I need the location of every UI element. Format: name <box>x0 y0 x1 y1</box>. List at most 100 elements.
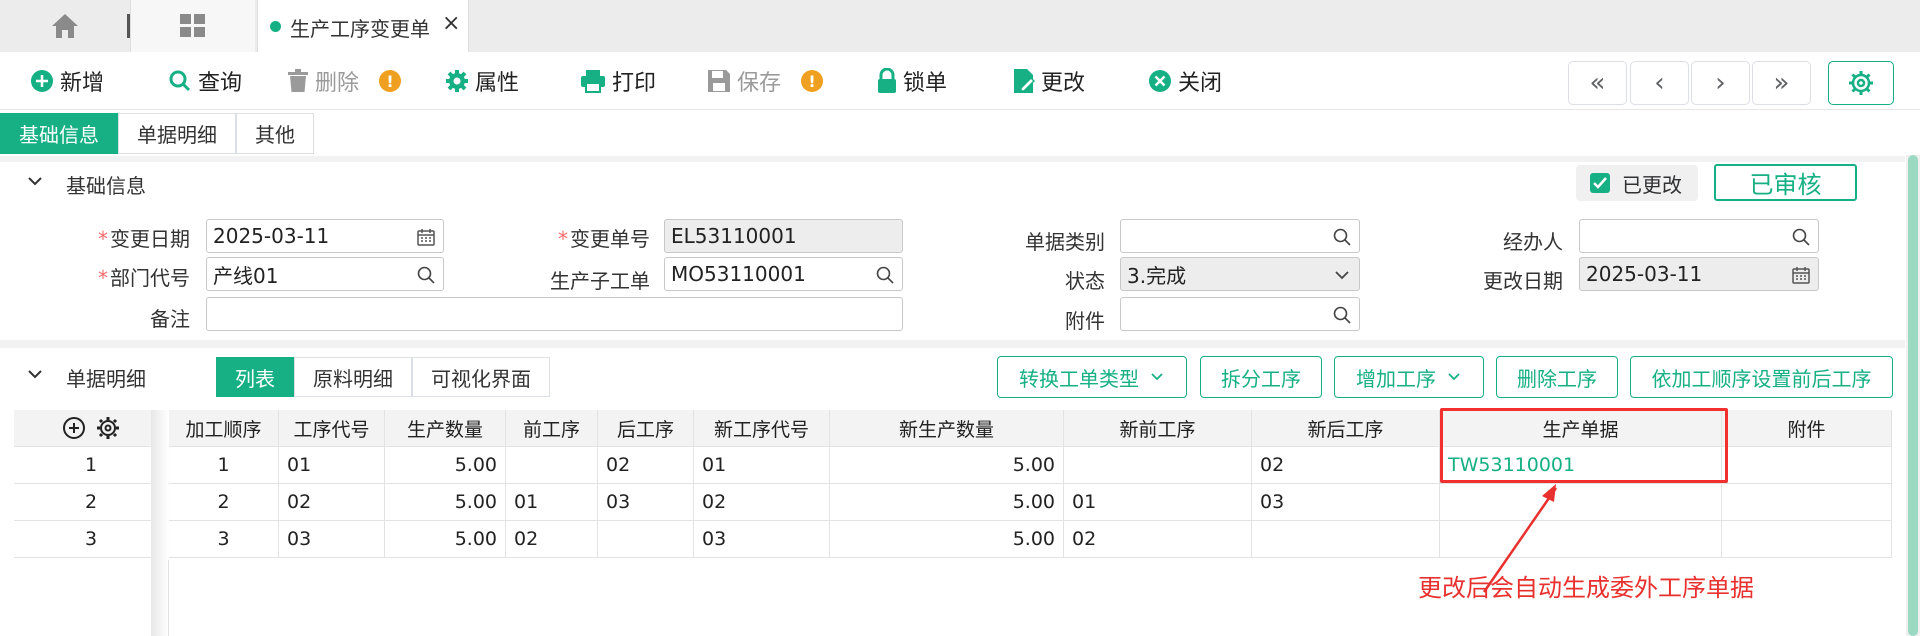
tab-visual[interactable]: 可视化界面 <box>412 357 550 397</box>
col-prev[interactable]: 前工序 <box>506 410 598 447</box>
print-button[interactable]: 打印 <box>580 66 656 96</box>
chevron-down-icon <box>1448 373 1460 381</box>
col-new-code[interactable]: 新工序代号 <box>694 410 830 447</box>
col-seq[interactable]: 加工顺序 <box>169 410 279 447</box>
last-record-button[interactable]: » <box>1752 61 1811 105</box>
chevron-down-icon[interactable] <box>26 365 44 388</box>
vertical-scrollbar[interactable] <box>1906 155 1920 636</box>
changed-label: 已更改 <box>1622 172 1682 197</box>
detail-title: 单据明细 <box>66 366 146 391</box>
doc-type-label: 单据类别 <box>1025 230 1105 254</box>
col-next[interactable]: 后工序 <box>598 410 694 447</box>
delete-button[interactable]: 删除 ! <box>287 66 402 96</box>
table-row[interactable]: 2 2 02 5.00 01 03 02 5.00 01 03 <box>14 484 1892 521</box>
add-button[interactable]: 新增 <box>30 66 104 96</box>
search-icon[interactable] <box>1792 227 1810 251</box>
tab-other[interactable]: 其他 <box>236 113 314 154</box>
gear-icon <box>1849 71 1873 95</box>
status-select[interactable]: 3.完成 <box>1120 257 1360 291</box>
calendar-icon[interactable] <box>417 227 435 251</box>
check-icon <box>1590 173 1610 193</box>
col-qty[interactable]: 生产数量 <box>385 410 506 447</box>
close-button[interactable]: 关闭 <box>1148 66 1222 96</box>
chevron-down-icon[interactable] <box>1333 265 1351 289</box>
change-no-label: * 变更单号 <box>558 227 650 251</box>
split-process-button[interactable]: 拆分工序 <box>1200 356 1322 398</box>
col-new-qty[interactable]: 新生产数量 <box>830 410 1064 447</box>
highlight-box <box>1440 408 1728 483</box>
save-button[interactable]: 保存 ! <box>707 66 824 96</box>
plus-circle-icon <box>31 70 53 92</box>
modify-date-field: 2025-03-11 <box>1579 257 1819 291</box>
chevron-down-icon <box>1151 373 1163 381</box>
query-button[interactable]: 查询 <box>168 66 242 96</box>
doc-type-field[interactable] <box>1120 219 1360 253</box>
set-sequence-button[interactable]: 依加工顺序设置前后工序 <box>1630 356 1893 398</box>
tab-list[interactable]: 列表 <box>216 357 294 397</box>
search-icon[interactable] <box>1333 305 1351 329</box>
gear-icon[interactable] <box>96 416 120 440</box>
close-tab-icon[interactable]: × <box>442 11 460 36</box>
tab-material-detail[interactable]: 原料明细 <box>294 357 412 397</box>
table-row[interactable]: 3 3 03 5.00 02 03 5.00 02 <box>14 521 1892 558</box>
col-code[interactable]: 工序代号 <box>279 410 385 447</box>
detail-view-tabs: 列表 原料明细 可视化界面 <box>216 357 550 397</box>
delete-label: 删除 <box>315 71 360 96</box>
active-dot-icon <box>270 21 281 32</box>
tab-basic-info[interactable]: 基础信息 <box>0 113 118 154</box>
warning-icon: ! <box>801 70 824 92</box>
change-date-field[interactable]: 2025-03-11 <box>206 219 444 253</box>
add-process-button[interactable]: 增加工序 <box>1334 356 1484 398</box>
modify-button[interactable]: 更改 <box>1013 66 1085 96</box>
edit-document-icon <box>1014 69 1035 93</box>
dept-field[interactable]: 产线01 <box>206 257 444 291</box>
tab-menu[interactable] <box>130 0 255 52</box>
warning-icon: ! <box>379 70 402 92</box>
change-date-label: * 变更日期 <box>98 227 190 251</box>
home-icon[interactable] <box>50 12 80 40</box>
printer-icon <box>581 70 605 93</box>
save-label: 保存 <box>737 71 782 96</box>
tab-process-change[interactable]: 生产工序变更单 × <box>257 0 469 52</box>
remark-field[interactable] <box>206 297 903 331</box>
add-row-icon[interactable] <box>62 416 86 440</box>
gear-icon <box>446 70 468 92</box>
remark-label: 备注 <box>150 307 190 331</box>
col-attach[interactable]: 附件 <box>1722 410 1892 447</box>
changed-checkbox[interactable]: 已更改 <box>1576 165 1698 201</box>
trash-icon <box>288 69 308 92</box>
modify-label: 更改 <box>1041 71 1086 96</box>
search-icon[interactable] <box>1333 227 1351 251</box>
tab-detail[interactable]: 单据明细 <box>118 113 236 154</box>
attach-field[interactable] <box>1120 297 1360 331</box>
status-badge: 已审核 <box>1714 164 1857 201</box>
grid-header-tools <box>14 410 169 447</box>
lock-button[interactable]: 锁单 <box>877 66 947 96</box>
next-record-button[interactable]: › <box>1691 61 1750 105</box>
convert-order-type-button[interactable]: 转换工单类型 <box>997 356 1187 398</box>
chevron-down-icon[interactable] <box>26 172 44 195</box>
settings-button[interactable] <box>1828 61 1894 105</box>
col-new-next[interactable]: 新后工序 <box>1252 410 1440 447</box>
col-new-prev[interactable]: 新前工序 <box>1064 410 1252 447</box>
first-record-button[interactable]: « <box>1568 61 1627 105</box>
query-label: 查询 <box>198 71 243 96</box>
lock-label: 锁单 <box>903 71 948 96</box>
attribute-button[interactable]: 属性 <box>445 66 519 96</box>
handler-label: 经办人 <box>1503 230 1563 254</box>
scrollbar-thumb[interactable] <box>1908 155 1918 636</box>
prev-record-button[interactable]: ‹ <box>1630 61 1689 105</box>
form-tabs: 基础信息 单据明细 其他 <box>0 113 314 154</box>
modify-date-label: 更改日期 <box>1483 269 1563 293</box>
delete-process-button[interactable]: 删除工序 <box>1496 356 1618 398</box>
attach-label: 附件 <box>1065 309 1105 333</box>
handler-field[interactable] <box>1579 219 1819 253</box>
change-no-field: EL53110001 <box>664 219 903 253</box>
attribute-label: 属性 <box>475 71 520 96</box>
sub-order-field[interactable]: MO53110001 <box>664 257 903 291</box>
grid-icon <box>179 13 207 44</box>
lock-icon <box>878 68 896 93</box>
search-icon[interactable] <box>417 265 435 289</box>
search-icon[interactable] <box>876 265 894 289</box>
toolbar: 新增 查询 删除 ! 属性 打印 保存 ! 锁单 更改 关闭 « ‹ › » <box>0 52 1920 110</box>
